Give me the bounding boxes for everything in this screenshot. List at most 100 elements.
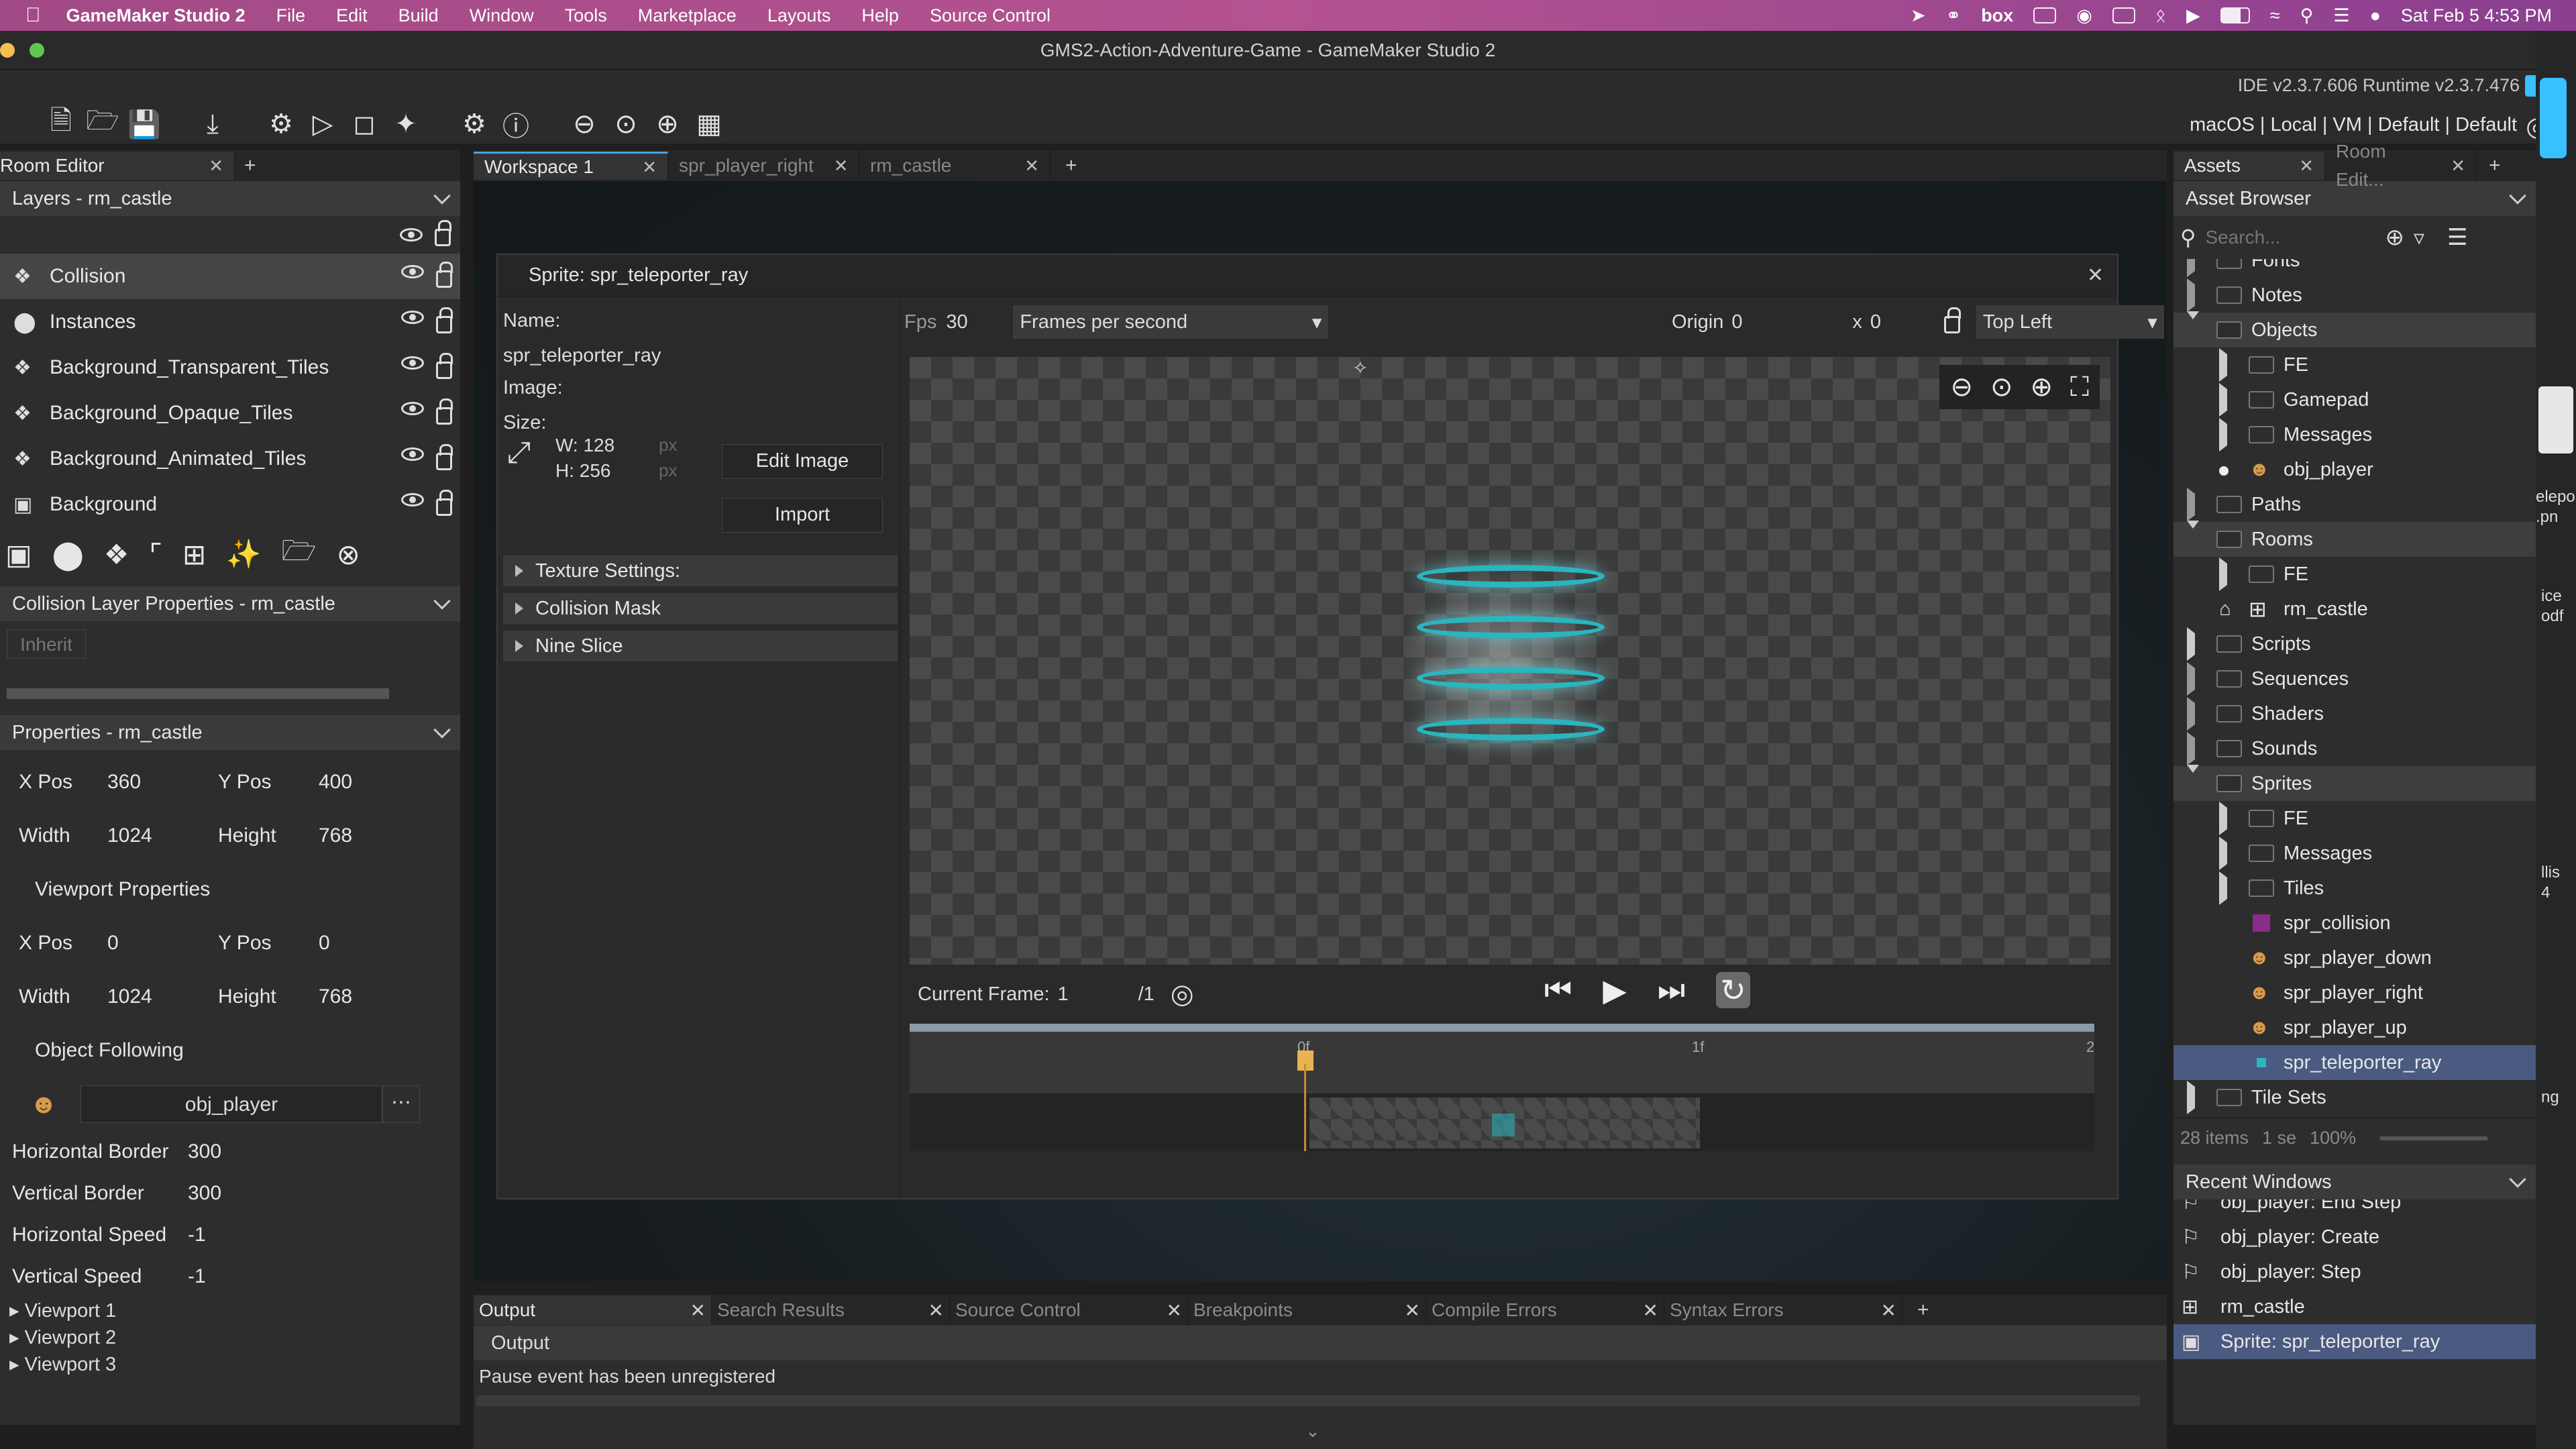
bluetooth-icon[interactable]: ᛟ	[2155, 5, 2166, 26]
play-icon[interactable]: ▶	[1603, 972, 1626, 1008]
layers-header[interactable]: Layers - rm_castle	[0, 181, 460, 216]
home-room-icon[interactable]: ⌂	[2219, 598, 2239, 621]
tab-room-editor[interactable]: Room Editor ✕	[0, 152, 235, 180]
menu-clock[interactable]: Sat Feb 5 4:53 PM	[2401, 5, 2552, 26]
xpos-field[interactable]: 0	[107, 932, 218, 955]
zoom-in-icon[interactable]: ⊕	[651, 107, 684, 141]
vertical-speed-field[interactable]: -1	[188, 1265, 206, 1288]
viewport-item[interactable]: ▸ Viewport 3	[9, 1351, 460, 1378]
zoom-in-icon[interactable]: ⊕	[2030, 372, 2053, 402]
new-project-icon[interactable]: 🗎	[44, 106, 78, 141]
expand-closed-icon[interactable]	[2187, 661, 2207, 696]
nine-slice-section[interactable]: Nine Slice	[503, 631, 898, 661]
siri-icon[interactable]: ●	[2370, 5, 2381, 26]
recent-window-item[interactable]: ⚐ obj_player: Create	[2174, 1220, 2536, 1254]
zoom-slider[interactable]	[2380, 1136, 2488, 1140]
tab-assets[interactable]: Assets ✕	[2174, 152, 2325, 180]
create-asset-icon[interactable]: ⊕	[2385, 224, 2404, 251]
close-icon[interactable]: ✕	[2299, 152, 2314, 180]
asset-tree-item[interactable]: Objects	[2174, 311, 2536, 347]
tab-workspace[interactable]: Workspace 1 ✕	[474, 152, 668, 180]
sprite-canvas[interactable]: ✧ ⊖ ⊙ ⊕ ⛶	[910, 357, 2110, 965]
tab-breakpoints[interactable]: Breakpoints ✕	[1188, 1295, 1426, 1325]
apple-menu-icon[interactable]: 	[25, 4, 41, 27]
delete-layer-icon[interactable]: ⊗	[337, 538, 360, 571]
chevron-down-icon[interactable]	[433, 721, 451, 739]
collision-mask-section[interactable]: Collision Mask	[503, 593, 898, 624]
expand-closed-icon[interactable]	[2219, 871, 2239, 905]
add-path-layer-icon[interactable]: ⌜	[149, 538, 162, 571]
filter-icon[interactable]: ▿	[2414, 225, 2424, 250]
menu-icon[interactable]: ☰	[2447, 224, 2467, 251]
add-tab-icon[interactable]: +	[235, 154, 256, 177]
loop-icon[interactable]: ↻	[1716, 972, 1750, 1008]
menu-marketplace[interactable]: Marketplace	[638, 5, 737, 26]
add-tile-layer-icon[interactable]: ❖	[104, 538, 129, 571]
display-icon[interactable]	[2033, 7, 2057, 23]
creative-cloud-icon[interactable]: ⚭	[1946, 5, 1962, 26]
height-field[interactable]: 768	[319, 985, 429, 1008]
lock-icon[interactable]	[436, 262, 453, 288]
close-icon[interactable]: ✕	[834, 152, 849, 180]
search-input[interactable]	[2205, 222, 2360, 253]
height-field[interactable]: 768	[319, 824, 429, 847]
texture-settings-section[interactable]: Texture Settings:	[503, 555, 898, 586]
asset-tree-item[interactable]: ☻ spr_player_down	[2174, 941, 2536, 975]
open-project-icon[interactable]: 🗁	[86, 106, 119, 141]
asset-tree-item[interactable]: Gamepad	[2174, 382, 2536, 417]
close-icon[interactable]: ✕	[209, 152, 223, 180]
asset-tree-item[interactable]: Sprites	[2174, 764, 2536, 801]
asset-tree-item[interactable]: FE	[2174, 557, 2536, 592]
close-icon[interactable]: ✕	[1167, 1299, 1182, 1322]
asset-tree-item[interactable]: Notes	[2174, 278, 2536, 313]
recent-window-item[interactable]: ⊞ rm_castle	[2174, 1289, 2536, 1324]
origin-mode-select[interactable]: Top Left ▾	[1976, 305, 2164, 339]
zoom-reset-icon[interactable]: ⊙	[1990, 372, 2013, 402]
target-selector[interactable]: macOS | Local | VM | Default | Default	[2190, 114, 2517, 136]
frame-timeline[interactable]: 0f 1f 2	[910, 1024, 2094, 1151]
add-tab-icon[interactable]: +	[1051, 154, 1077, 177]
menu-help[interactable]: Help	[861, 5, 899, 26]
settings-icon[interactable]: ⚙	[458, 107, 491, 141]
tab-room-editor[interactable]: Room Edit... ✕	[2325, 141, 2477, 190]
debug-icon[interactable]: ⚙	[264, 107, 298, 141]
asset-tree-item[interactable]: Paths	[2174, 487, 2536, 522]
collision-properties-header[interactable]: Collision Layer Properties - rm_castle	[0, 586, 460, 621]
add-effect-layer-icon[interactable]: ✨	[226, 538, 261, 571]
sprite-editor-title-bar[interactable]: Sprite: spr_teleporter_ray ✕	[498, 255, 2117, 297]
asset-tree-item[interactable]: FE	[2174, 801, 2536, 836]
wifi-icon[interactable]: ≈	[2270, 5, 2280, 26]
asset-tree-item[interactable]: Shaders	[2174, 696, 2536, 731]
eye-icon[interactable]	[401, 447, 424, 461]
asset-tree-item[interactable]: spr_collision	[2174, 906, 2536, 941]
add-asset-layer-icon[interactable]: ⊞	[182, 538, 206, 571]
tab-search-results[interactable]: Search Results ✕	[712, 1295, 950, 1325]
tab-output[interactable]: Output ✕	[474, 1295, 712, 1325]
menu-window[interactable]: Window	[470, 5, 534, 26]
add-instance-layer-icon[interactable]: ⬤	[52, 538, 84, 571]
object-following-field[interactable]: obj_player	[80, 1085, 382, 1123]
close-icon[interactable]: ✕	[2451, 152, 2465, 180]
default-object-icon[interactable]	[2219, 459, 2239, 481]
timeline-range-bar[interactable]	[910, 1024, 2094, 1032]
menu-build[interactable]: Build	[398, 5, 439, 26]
width-field[interactable]: 1024	[107, 824, 218, 847]
asset-tree-item[interactable]: Fonts	[2174, 259, 2536, 278]
tab-rm-castle[interactable]: rm_castle ✕	[859, 152, 1051, 180]
zoom-window-button[interactable]	[30, 43, 44, 58]
add-folder-icon[interactable]: 🗁	[282, 531, 317, 578]
lock-icon[interactable]	[436, 444, 453, 470]
asset-tree-item[interactable]: Tile Sets	[2174, 1080, 2536, 1115]
add-tab-icon[interactable]: +	[2477, 154, 2501, 177]
collapse-panel-icon[interactable]: ⌄	[1305, 1421, 1320, 1442]
expand-open-icon[interactable]	[2187, 520, 2207, 551]
expand-closed-icon[interactable]	[2219, 347, 2239, 382]
run-icon[interactable]: ▷	[306, 107, 339, 141]
resize-sprite-icon[interactable]: ⤢	[507, 436, 531, 470]
vertical-border-field[interactable]: 300	[188, 1182, 221, 1205]
add-tab-icon[interactable]: +	[1902, 1299, 1929, 1322]
box-status-label[interactable]: box	[1981, 5, 2013, 26]
asset-tree-item[interactable]: ☻ spr_player_right	[2174, 975, 2536, 1010]
current-frame-field[interactable]: 1	[1058, 983, 1138, 1006]
fps-mode-select[interactable]: Frames per second ▾	[1013, 305, 1329, 339]
